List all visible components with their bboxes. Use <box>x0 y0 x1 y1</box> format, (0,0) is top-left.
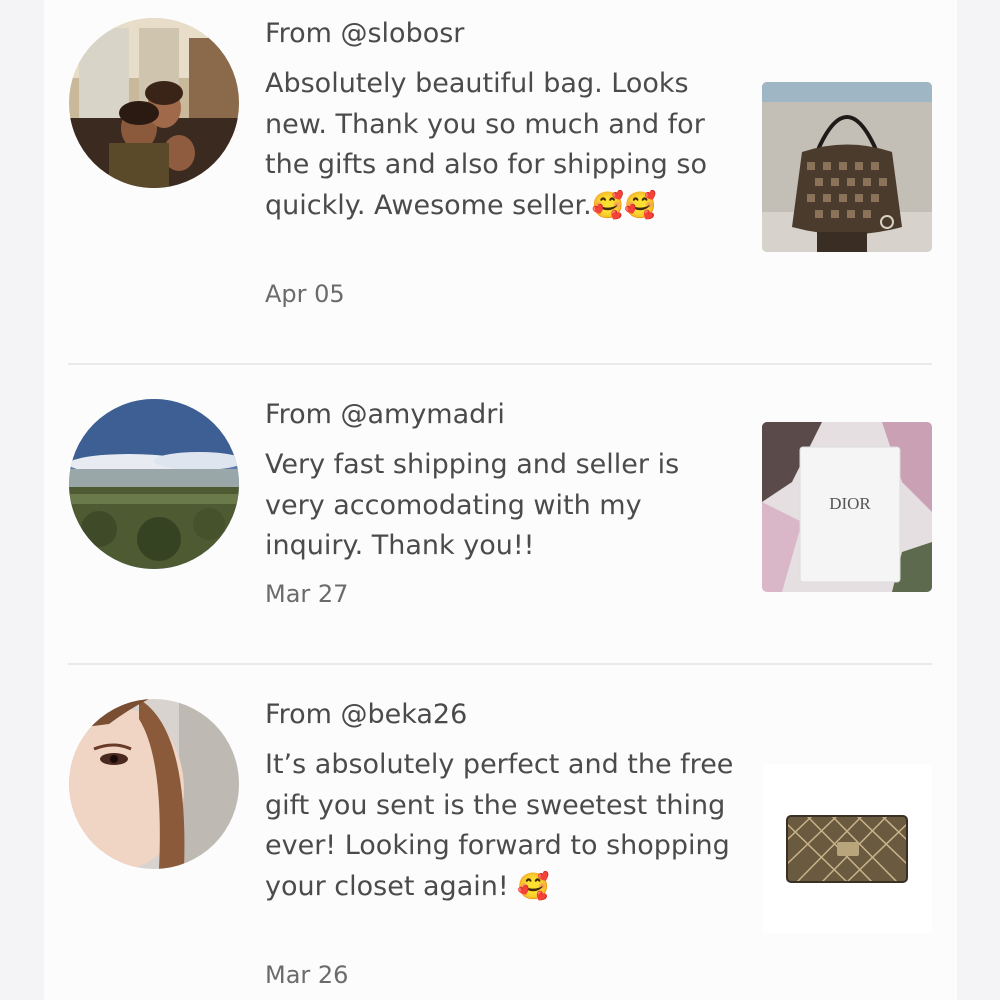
review-date: Apr 05 <box>265 280 345 308</box>
dior-box-label: DIOR <box>829 494 871 513</box>
review-text-content: Very fast shipping and seller is very ac… <box>265 449 680 561</box>
smiling-face-with-hearts-icon: 🥰🥰 <box>591 190 657 221</box>
smiling-face-with-hearts-icon: 🥰 <box>517 871 550 902</box>
review-text: It’s absolutely perfect and the free gif… <box>265 745 735 907</box>
review-item-3: From @beka26 It’s absolutely perfect and… <box>44 664 957 1000</box>
review-author[interactable]: From @beka26 <box>265 699 467 730</box>
review-item-2: From @amymadri Very fast shipping and se… <box>44 364 957 665</box>
dior-box-photo[interactable]: DIOR <box>762 422 932 592</box>
review-author[interactable]: From @slobosr <box>265 18 464 49</box>
review-author[interactable]: From @amymadri <box>265 399 505 430</box>
avatar-portrait-icon[interactable] <box>69 699 239 869</box>
reviews-panel: From @slobosr Absolutely beautiful bag. … <box>44 0 957 1000</box>
review-text: Very fast shipping and seller is very ac… <box>265 445 735 567</box>
wallet-photo[interactable] <box>762 764 932 934</box>
review-item-1: From @slobosr Absolutely beautiful bag. … <box>44 0 957 365</box>
review-date: Mar 26 <box>265 961 349 989</box>
avatar-landscape-icon[interactable] <box>69 399 239 569</box>
review-text-content: It’s absolutely perfect and the free gif… <box>265 749 734 902</box>
avatar-photo-icon[interactable] <box>69 18 239 188</box>
handbag-photo[interactable] <box>762 82 932 252</box>
review-text: Absolutely beautiful bag. Looks new. Tha… <box>265 64 735 226</box>
review-date: Mar 27 <box>265 580 349 608</box>
